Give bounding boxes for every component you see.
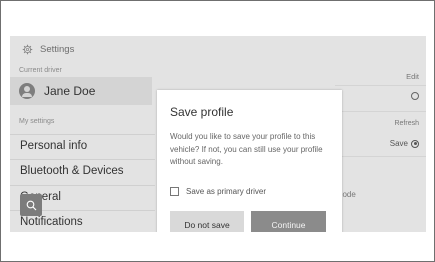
- settings-header: Settings: [22, 44, 74, 55]
- settings-screen: Settings Current driver Jane Doe My sett…: [10, 36, 426, 232]
- primary-driver-checkbox[interactable]: Save as primary driver: [170, 187, 266, 196]
- gear-icon: [22, 44, 33, 55]
- divider: [335, 156, 426, 157]
- save-radio-selected: [411, 139, 419, 148]
- search-button[interactable]: [20, 194, 42, 216]
- continue-button[interactable]: Continue: [251, 211, 326, 232]
- search-icon: [26, 200, 36, 210]
- settings-sidebar: Settings Current driver Jane Doe My sett…: [10, 36, 155, 232]
- settings-detail-column: Edit Refresh Save node: [335, 36, 426, 232]
- divider: [335, 85, 426, 86]
- current-driver-label: Current driver: [19, 67, 62, 74]
- save-option[interactable]: Save: [390, 139, 419, 148]
- option-radio[interactable]: [411, 92, 419, 100]
- divider: [335, 111, 426, 112]
- edit-link[interactable]: Edit: [406, 72, 419, 81]
- my-settings-label: My settings: [19, 118, 55, 125]
- dialog-title: Save profile: [170, 105, 234, 119]
- avatar: [19, 83, 35, 99]
- settings-title: Settings: [40, 44, 75, 55]
- menu-item-personal-info[interactable]: Personal info: [10, 134, 155, 156]
- save-option-label: Save: [389, 139, 408, 148]
- checkbox-label: Save as primary driver: [186, 187, 267, 196]
- do-not-save-button[interactable]: Do not save: [170, 211, 244, 232]
- refresh-label[interactable]: Refresh: [394, 120, 419, 127]
- current-driver-row[interactable]: Jane Doe: [10, 77, 152, 105]
- checkbox-box[interactable]: [170, 187, 179, 196]
- dialog-message: Would you like to save your profile to t…: [170, 132, 323, 166]
- save-profile-dialog: Save profile Would you like to save your…: [157, 90, 342, 232]
- driver-name: Jane Doe: [44, 84, 96, 98]
- display-frame: Settings Current driver Jane Doe My sett…: [0, 0, 435, 262]
- menu-item-bluetooth-devices[interactable]: Bluetooth & Devices: [10, 159, 155, 181]
